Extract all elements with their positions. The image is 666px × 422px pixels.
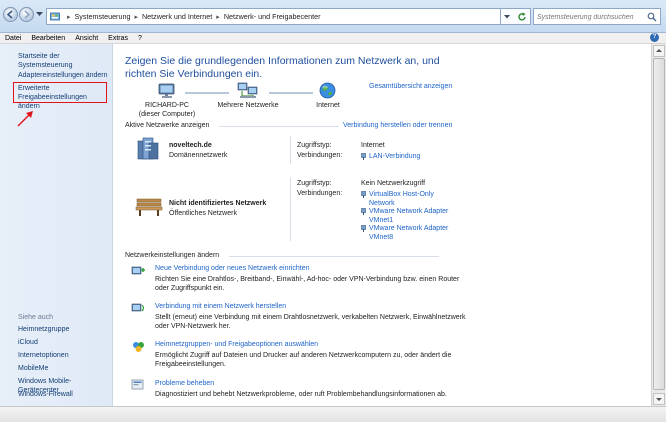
connection-label: VMware Network Adapter VMnet8 [369, 225, 449, 241]
back-button[interactable] [3, 7, 18, 22]
map-connection-line [185, 92, 229, 94]
network-type: Domänennetzwerk [169, 152, 228, 159]
address-field[interactable]: ▸ Systemsteuerung ▸ Netzwerk und Interne… [46, 8, 501, 25]
see-also-label: Siehe auch [18, 314, 54, 321]
task-description: Ermöglicht Zugriff auf Dateien und Druck… [155, 352, 452, 368]
connections-label: Verbindungen: [297, 190, 343, 197]
map-connection-line [269, 92, 313, 94]
menu-ansicht[interactable]: Ansicht [70, 35, 103, 42]
vertical-divider [290, 136, 291, 164]
forward-arrow-icon [24, 10, 31, 19]
network-adapter-icon [361, 153, 366, 160]
globe-icon [319, 82, 336, 99]
connection-label: VirtualBox Host-Only Network [369, 191, 434, 207]
active-networks-label: Aktive Netzwerke anzeigen [125, 122, 210, 129]
access-type-label: Zugriffstyp: [297, 142, 332, 149]
breadcrumb-systemsteuerung[interactable]: Systemsteuerung [75, 12, 131, 21]
map-computer-sub: (dieser Computer) [138, 111, 196, 118]
annotation-arrow-icon [17, 111, 33, 127]
address-dropdown-icon[interactable] [504, 14, 511, 19]
main-content: Zeigen Sie die grundlegenden Information… [113, 44, 651, 406]
breadcrumb-freigabecenter[interactable]: Netzwerk- und Freigabecenter [224, 12, 321, 21]
search-field[interactable] [533, 8, 661, 25]
network-adapter-icon [361, 191, 366, 198]
page-title: Zeigen Sie die grundlegenden Information… [125, 55, 440, 80]
sidebar-link-windows-firewall[interactable]: Windows-Firewall [18, 390, 73, 399]
help-icon[interactable]: ? [650, 33, 659, 42]
status-bar [0, 406, 666, 422]
scroll-down-button[interactable] [653, 393, 665, 405]
breadcrumb-separator[interactable]: ▸ [134, 13, 138, 21]
connection-link-virtualbox[interactable]: VirtualBox Host-Only Network [361, 190, 461, 208]
section-divider [219, 126, 339, 127]
breadcrumb-separator[interactable]: ▸ [216, 13, 220, 21]
sidebar-link-mobileme[interactable]: MobileMe [18, 364, 48, 373]
annotation-highlight-box [13, 82, 107, 103]
connection-link-lan[interactable]: LAN-Verbindung [361, 152, 420, 161]
menu-extras[interactable]: Extras [103, 35, 133, 42]
chevron-down-icon [656, 398, 662, 401]
menu-bearbeiten[interactable]: Bearbeiten [26, 35, 70, 42]
back-arrow-icon [6, 10, 13, 19]
address-controls [501, 8, 531, 25]
sidebar-link-heimnetzgruppe[interactable]: Heimnetzgruppe [18, 325, 69, 334]
scroll-thumb[interactable] [653, 58, 665, 390]
breadcrumb-separator[interactable]: ▸ [67, 13, 71, 21]
vertical-scrollbar[interactable] [651, 44, 666, 406]
access-type-value: Internet [361, 142, 385, 149]
network-adapter-icon [361, 208, 366, 215]
scroll-up-button[interactable] [653, 45, 665, 57]
network-type: Öffentliches Netzwerk [169, 210, 237, 217]
task-link-new-connection[interactable]: Neue Verbindung oder neues Netzwerk einr… [155, 265, 310, 272]
connection-label: VMware Network Adapter VMnet1 [369, 208, 449, 224]
map-networks-label: Mehrere Netzwerke [217, 102, 279, 109]
chevron-up-icon [656, 49, 662, 52]
task-description: Stellt (erneut) eine Verbindung mit eine… [155, 314, 466, 330]
multiple-networks-icon [237, 82, 258, 98]
network-name: Nicht identifiziertes Netzwerk [169, 200, 267, 207]
connect-network-icon [131, 303, 145, 312]
domain-network-icon [137, 137, 159, 160]
public-network-bench-icon [135, 198, 163, 216]
connection-link-vmnet1[interactable]: VMware Network Adapter VMnet1 [361, 207, 461, 225]
address-bar: ▸ Systemsteuerung ▸ Netzwerk und Interne… [0, 0, 666, 33]
sidebar-link-internetoptionen[interactable]: Internetoptionen [18, 351, 69, 360]
search-icon[interactable] [647, 12, 657, 22]
new-connection-icon [131, 266, 145, 275]
menu-bar: Datei Bearbeiten Ansicht Extras ? ? [0, 33, 666, 44]
task-link-troubleshoot[interactable]: Probleme beheben [155, 380, 214, 387]
task-link-connect-network[interactable]: Verbindung mit einem Netzwerk herstellen [155, 303, 286, 310]
refresh-icon[interactable] [517, 12, 527, 22]
network-adapter-icon [361, 225, 366, 232]
access-type-value: Kein Netzwerkzugriff [361, 180, 426, 187]
breadcrumb-netzwerk-internet[interactable]: Netzwerk und Internet [142, 12, 212, 21]
sidebar-link-icloud[interactable]: iCloud [18, 338, 38, 347]
control-panel-icon [50, 12, 60, 20]
computer-icon [158, 83, 175, 98]
history-dropdown-icon[interactable] [36, 12, 43, 17]
task-description: Diagnostiziert und behebt Netzwerkproble… [155, 391, 447, 398]
connection-link-vmnet8[interactable]: VMware Network Adapter VMnet8 [361, 224, 461, 242]
section-divider [229, 256, 439, 257]
network-name: noveltech.de [169, 142, 212, 149]
forward-button[interactable] [19, 7, 34, 22]
sidebar-item-startseite[interactable]: Startseite der Systemsteuerung [18, 52, 112, 70]
sidebar-item-adaptereinstellungen[interactable]: Adaptereinstellungen ändern [18, 71, 108, 80]
full-map-link[interactable]: Gesamtübersicht anzeigen [369, 83, 452, 90]
map-computer-name: RICHARD-PC [145, 102, 189, 109]
troubleshoot-icon [131, 379, 144, 390]
homegroup-icon [133, 342, 144, 352]
task-link-homegroup[interactable]: Heimnetzgruppen- und Freigabeoptionen au… [155, 341, 318, 348]
network-settings-label: Netzwerkeinstellungen ändern [125, 252, 220, 259]
task-description: Richten Sie eine Drahtlos-, Breitband-, … [155, 276, 460, 292]
connections-label: Verbindungen: [297, 152, 343, 159]
menu-datei[interactable]: Datei [0, 35, 26, 42]
menu-help[interactable]: ? [133, 35, 147, 42]
connection-label: LAN-Verbindung [369, 153, 421, 160]
search-input[interactable] [537, 10, 645, 24]
map-internet-label: Internet [316, 102, 340, 109]
connect-disconnect-link[interactable]: Verbindung herstellen oder trennen [343, 122, 452, 129]
vertical-divider [290, 177, 291, 241]
access-type-label: Zugriffstyp: [297, 180, 332, 187]
